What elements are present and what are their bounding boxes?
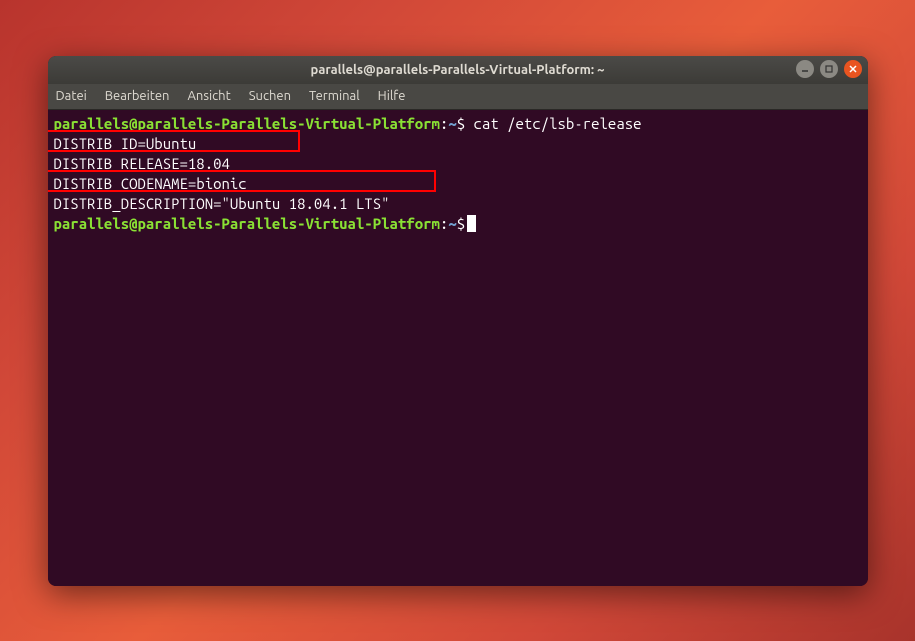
close-button[interactable] xyxy=(844,60,862,78)
output-line-2: DISTRIB_RELEASE=18.04 xyxy=(54,154,862,174)
prompt-line-2: parallels@parallels-Parallels-Virtual-Pl… xyxy=(54,214,862,234)
minimize-button[interactable] xyxy=(796,60,814,78)
prompt-path-2: ~ xyxy=(448,215,456,232)
output-line-4: DISTRIB_DESCRIPTION="Ubuntu 18.04.1 LTS" xyxy=(54,194,862,214)
command: cat /etc/lsb-release xyxy=(474,115,642,132)
titlebar[interactable]: parallels@parallels-Parallels-Virtual-Pl… xyxy=(48,56,868,84)
menu-terminal[interactable]: Terminal xyxy=(309,89,360,103)
menu-ansicht[interactable]: Ansicht xyxy=(187,89,230,103)
window-controls xyxy=(796,60,862,78)
window-title: parallels@parallels-Parallels-Virtual-Pl… xyxy=(311,63,605,77)
prompt-sigil: $ xyxy=(457,115,465,132)
maximize-button[interactable] xyxy=(820,60,838,78)
command-text xyxy=(465,115,473,132)
prompt-line-1: parallels@parallels-Parallels-Virtual-Pl… xyxy=(54,114,862,134)
terminal-body[interactable]: parallels@parallels-Parallels-Virtual-Pl… xyxy=(48,110,868,586)
menu-suchen[interactable]: Suchen xyxy=(249,89,291,103)
output-line-3: DISTRIB_CODENAME=bionic xyxy=(54,174,862,194)
minimize-icon xyxy=(800,64,810,74)
maximize-icon xyxy=(824,64,834,74)
menubar: Datei Bearbeiten Ansicht Suchen Terminal… xyxy=(48,84,868,110)
close-icon xyxy=(848,64,858,74)
prompt-path: ~ xyxy=(448,115,456,132)
terminal-window: parallels@parallels-Parallels-Virtual-Pl… xyxy=(48,56,868,586)
prompt-user: parallels@parallels-Parallels-Virtual-Pl… xyxy=(54,115,440,132)
prompt-user-2: parallels@parallels-Parallels-Virtual-Pl… xyxy=(54,215,440,232)
cursor xyxy=(467,215,476,232)
output-line-1: DISTRIB_ID=Ubuntu xyxy=(54,134,862,154)
menu-bearbeiten[interactable]: Bearbeiten xyxy=(105,89,170,103)
menu-hilfe[interactable]: Hilfe xyxy=(378,89,406,103)
menu-datei[interactable]: Datei xyxy=(56,89,87,103)
